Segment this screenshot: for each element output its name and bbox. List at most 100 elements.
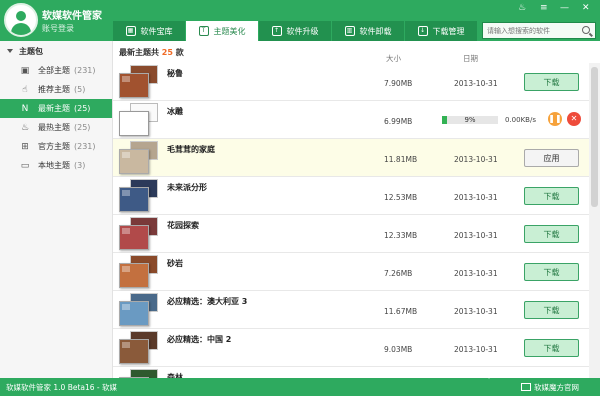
theme-name: 冰雕 (167, 107, 183, 116)
sidebar-item-hottest[interactable]: ♨ 最热主题 (25) (0, 118, 112, 137)
tab-label: 主题美化 (213, 26, 246, 36)
download-button[interactable]: 下载 (524, 263, 579, 281)
theme-thumbnail (119, 179, 159, 213)
theme-size: 7.26MB (384, 269, 413, 278)
sidebar-item-count: (25) (74, 104, 91, 113)
search-input[interactable] (483, 23, 579, 38)
sidebar-item-official[interactable]: ⊞ 官方主题 (231) (0, 137, 112, 156)
sidebar-item-count: (231) (74, 142, 96, 151)
theme-name: 花园探索 (167, 221, 199, 230)
tab-label: 软件宝库 (140, 26, 173, 36)
download-button[interactable]: 下载 (524, 301, 579, 319)
sidebar-item-label: 推荐主题 (38, 85, 70, 94)
total-prefix: 最新主题共 (119, 48, 159, 57)
official-site-link[interactable]: 软媒魔方官网 (521, 382, 579, 393)
trash-icon: ▥ (344, 26, 355, 36)
theme-thumbnail (119, 103, 159, 137)
search-icon[interactable] (582, 26, 590, 34)
login-link[interactable]: 账号登录 (42, 23, 74, 34)
all-themes-icon: ▣ (20, 65, 30, 76)
tab-software-upgrade[interactable]: ↑ 软件升级 (259, 21, 331, 41)
theme-date: 2013-10-31 (454, 193, 498, 202)
theme-name: 必应精选：中国 2 (167, 335, 232, 344)
theme-thumbnail (119, 255, 159, 289)
list-item[interactable]: 毛茸茸的家庭 11.81MB 2013-10-31 应用 (113, 139, 589, 177)
menu-icon[interactable]: ≡ (540, 3, 548, 13)
skin-icon[interactable]: ♨ (518, 3, 526, 13)
download-speed: 0.00KB/s (505, 116, 536, 124)
scrollbar-thumb[interactable] (591, 67, 598, 207)
sidebar-item-label: 官方主题 (38, 142, 70, 151)
title-bar: 软媒软件管家 账号登录 ♨ ≡ — ✕ ▦ 软件宝库 T 主题美化 ↑ 软件升级… (0, 0, 600, 41)
download-button[interactable]: 下载 (524, 187, 579, 205)
tab-theme-beautify[interactable]: T 主题美化 (186, 21, 258, 41)
scrollbar[interactable] (589, 63, 600, 378)
progress-percent: 9% (464, 116, 476, 124)
download-progress-bar: 9% (442, 116, 498, 124)
fire-icon: ♨ (20, 122, 30, 133)
cancel-icon[interactable]: ✕ (567, 112, 581, 126)
sidebar-item-label: 最热主题 (38, 123, 70, 132)
pause-icon[interactable]: ❚❚ (548, 112, 562, 126)
sidebar-group-header[interactable]: 主题包 (0, 41, 112, 61)
theme-size: 11.81MB (384, 155, 418, 164)
collapse-arrow-icon (7, 49, 13, 53)
box-icon: ▦ (125, 26, 136, 36)
theme-date: 2013-10-31 (454, 345, 498, 354)
total-count: 25 (161, 48, 173, 57)
sidebar-item-count: (25) (74, 123, 91, 132)
list-item[interactable]: 砂岩 7.26MB 2013-10-31 下载 (113, 253, 589, 291)
thumbs-up-icon: ☝ (22, 84, 28, 95)
sidebar-item-local[interactable]: ▭ 本地主题 (3) (0, 156, 112, 175)
sidebar-item-newest[interactable]: N 最新主题 (25) (0, 99, 112, 118)
user-avatar-icon[interactable] (4, 3, 38, 37)
total-suffix: 款 (175, 48, 184, 57)
minimize-icon[interactable]: — (560, 3, 569, 13)
theme-list-panel: 最新主题共 25 款 大小 日期 秘鲁 7.90MB 2013-10-31 下载… (113, 41, 600, 378)
tab-download-manager[interactable]: ↓ 下载管理 (405, 21, 477, 41)
windows-icon: ⊞ (21, 141, 29, 152)
theme-date: 2013-10-31 (454, 269, 498, 278)
new-icon: N (21, 103, 29, 114)
list-item[interactable]: 花园探索 12.33MB 2013-10-31 下载 (113, 215, 589, 253)
monitor-icon: ▭ (20, 160, 30, 171)
tab-label: 下载管理 (432, 26, 465, 36)
list-item[interactable]: 必应精选：澳大利亚 3 11.67MB 2013-10-31 下载 (113, 291, 589, 329)
theme-size: 11.67MB (384, 307, 418, 316)
theme-size: 6.99MB (384, 117, 413, 126)
sidebar-item-count: (231) (74, 66, 96, 75)
theme-name: 未来派分形 (167, 183, 207, 192)
theme-name: 砂岩 (167, 259, 183, 268)
search-box (482, 22, 596, 39)
download-button[interactable]: 下载 (524, 225, 579, 243)
list-item[interactable]: 冰雕 6.99MB 9% 0.00KB/s ❚❚ ✕ (113, 101, 589, 139)
list-header: 最新主题共 25 款 大小 日期 (113, 41, 600, 63)
download-button[interactable]: 下载 (524, 339, 579, 357)
close-icon[interactable]: ✕ (582, 3, 590, 13)
list-item[interactable]: 必应精选：中国 2 9.03MB 2013-10-31 下载 (113, 329, 589, 367)
list-item[interactable]: 未来派分形 12.53MB 2013-10-31 下载 (113, 177, 589, 215)
apply-button[interactable]: 应用 (524, 149, 579, 167)
theme-date: 2013-10-31 (454, 79, 498, 88)
sidebar-group-label: 主题包 (19, 46, 43, 56)
theme-name: 毛茸茸的家庭 (167, 145, 215, 154)
shirt-icon: T (198, 26, 209, 36)
sidebar-item-recommended[interactable]: ☝ 推荐主题 (5) (0, 80, 112, 99)
sidebar-item-label: 全部主题 (38, 66, 70, 75)
theme-total: 最新主题共 25 款 (119, 47, 184, 58)
download-button[interactable]: 下载 (524, 73, 579, 91)
tab-software-library[interactable]: ▦ 软件宝库 (113, 21, 185, 41)
sidebar-item-label: 本地主题 (38, 161, 70, 170)
watermark: www.cfan.com.cn (450, 366, 556, 379)
version-text: 软媒软件管家 1.0 Beta16 - 软媒 (6, 383, 118, 392)
theme-thumbnail (119, 331, 159, 365)
theme-name: 秘鲁 (167, 69, 183, 78)
list-item[interactable]: 秘鲁 7.90MB 2013-10-31 下载 (113, 63, 589, 101)
theme-thumbnail (119, 65, 159, 99)
tab-label: 软件升级 (286, 26, 319, 36)
sidebar-item-count: (5) (74, 85, 86, 94)
sidebar-item-all[interactable]: ▣ 全部主题 (231) (0, 61, 112, 80)
download-icon: ↓ (417, 26, 428, 36)
tab-software-uninstall[interactable]: ▥ 软件卸载 (332, 21, 404, 41)
theme-list: 秘鲁 7.90MB 2013-10-31 下载 冰雕 6.99MB 9% 0.0… (113, 63, 589, 378)
